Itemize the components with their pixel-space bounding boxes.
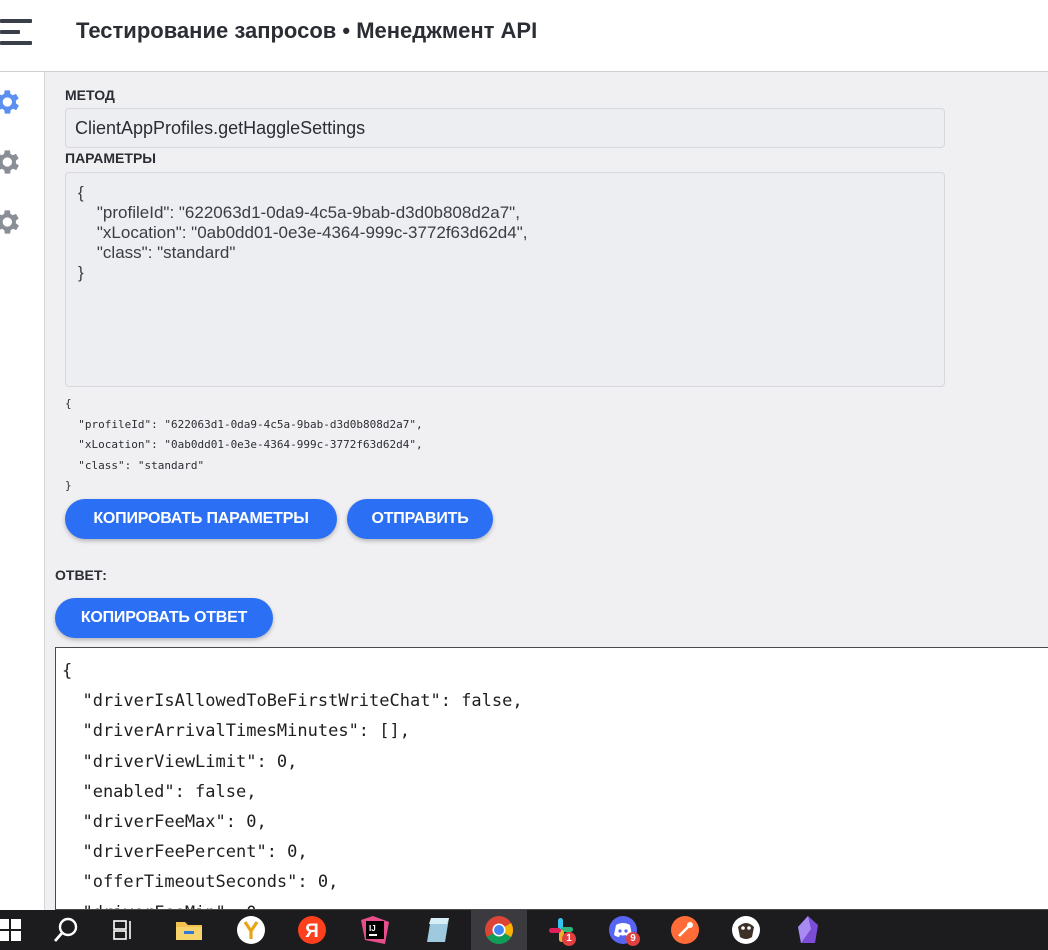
gear-icon [0,150,19,174]
taskbar-intellij[interactable]: IJ [351,910,399,950]
taskbar-yandex-browser[interactable] [227,910,275,950]
taskbar-start[interactable] [0,910,34,950]
page-title: Тестирование запросов • Менеджмент API [76,18,538,43]
task-view-icon [113,920,131,940]
windows-start-icon [0,919,21,941]
postman-icon [671,916,699,944]
taskbar-slack[interactable]: 1 [537,910,585,950]
response-label: ОТВЕТ: [55,567,107,583]
params-textarea[interactable]: { "profileId": "622063d1-0da9-4c5a-9bab-… [65,172,945,387]
chrome-icon [485,916,513,944]
file-explorer-icon [176,922,202,940]
taskbar-discord[interactable]: 9 [599,910,647,950]
copy-response-button[interactable]: КОПИРОВАТЬ ОТВЕТ [55,598,273,638]
method-input[interactable] [65,108,945,148]
copy-params-button[interactable]: КОПИРОВАТЬ ПАРАМЕТРЫ [65,499,337,539]
hamburger-menu-icon[interactable] [0,19,32,45]
response-output[interactable]: { "driverIsAllowedToBeFirstWriteChat": f… [55,647,1048,910]
sidebar [0,72,45,910]
gear-icon [0,90,19,114]
discord-badge: 9 [626,932,640,946]
yandex-browser-icon [237,916,265,944]
gear-icon [0,210,19,234]
params-preview: { "profileId": "622063d1-0da9-4c5a-9bab-… [65,397,423,492]
taskbar-search[interactable] [42,910,90,950]
taskbar-dbeaver[interactable] [722,910,770,950]
app-header: Тестирование запросов • Менеджмент API [0,0,1048,72]
svg-text:IJ: IJ [369,924,376,933]
send-button[interactable]: ОТПРАВИТЬ [347,499,493,539]
params-label: ПАРАМЕТРЫ [65,150,156,166]
intellij-icon: IJ [361,916,389,944]
taskbar-chrome[interactable] [471,910,527,950]
taskbar-task-view[interactable] [100,910,148,950]
sidebar-item-gear-1[interactable] [0,86,22,118]
search-icon [53,917,78,942]
taskbar-yandex[interactable]: Я [288,910,336,950]
taskbar: Я IJ 1 9 [0,910,1048,950]
dbeaver-icon [732,916,760,944]
yandex-icon: Я [298,916,326,944]
taskbar-file-explorer[interactable] [165,910,213,950]
taskbar-notepad[interactable] [414,910,462,950]
obsidian-icon [798,916,818,943]
notepad-icon [427,918,449,942]
sidebar-item-gear-3[interactable] [0,206,22,238]
slack-badge: 1 [562,932,576,946]
method-label: МЕТОД [65,87,115,103]
taskbar-obsidian[interactable] [784,910,832,950]
response-body: { "driverIsAllowedToBeFirstWriteChat": f… [62,661,523,909]
sidebar-item-gear-2[interactable] [0,146,22,178]
taskbar-postman[interactable] [661,910,709,950]
svg-text:Я: Я [305,921,319,942]
